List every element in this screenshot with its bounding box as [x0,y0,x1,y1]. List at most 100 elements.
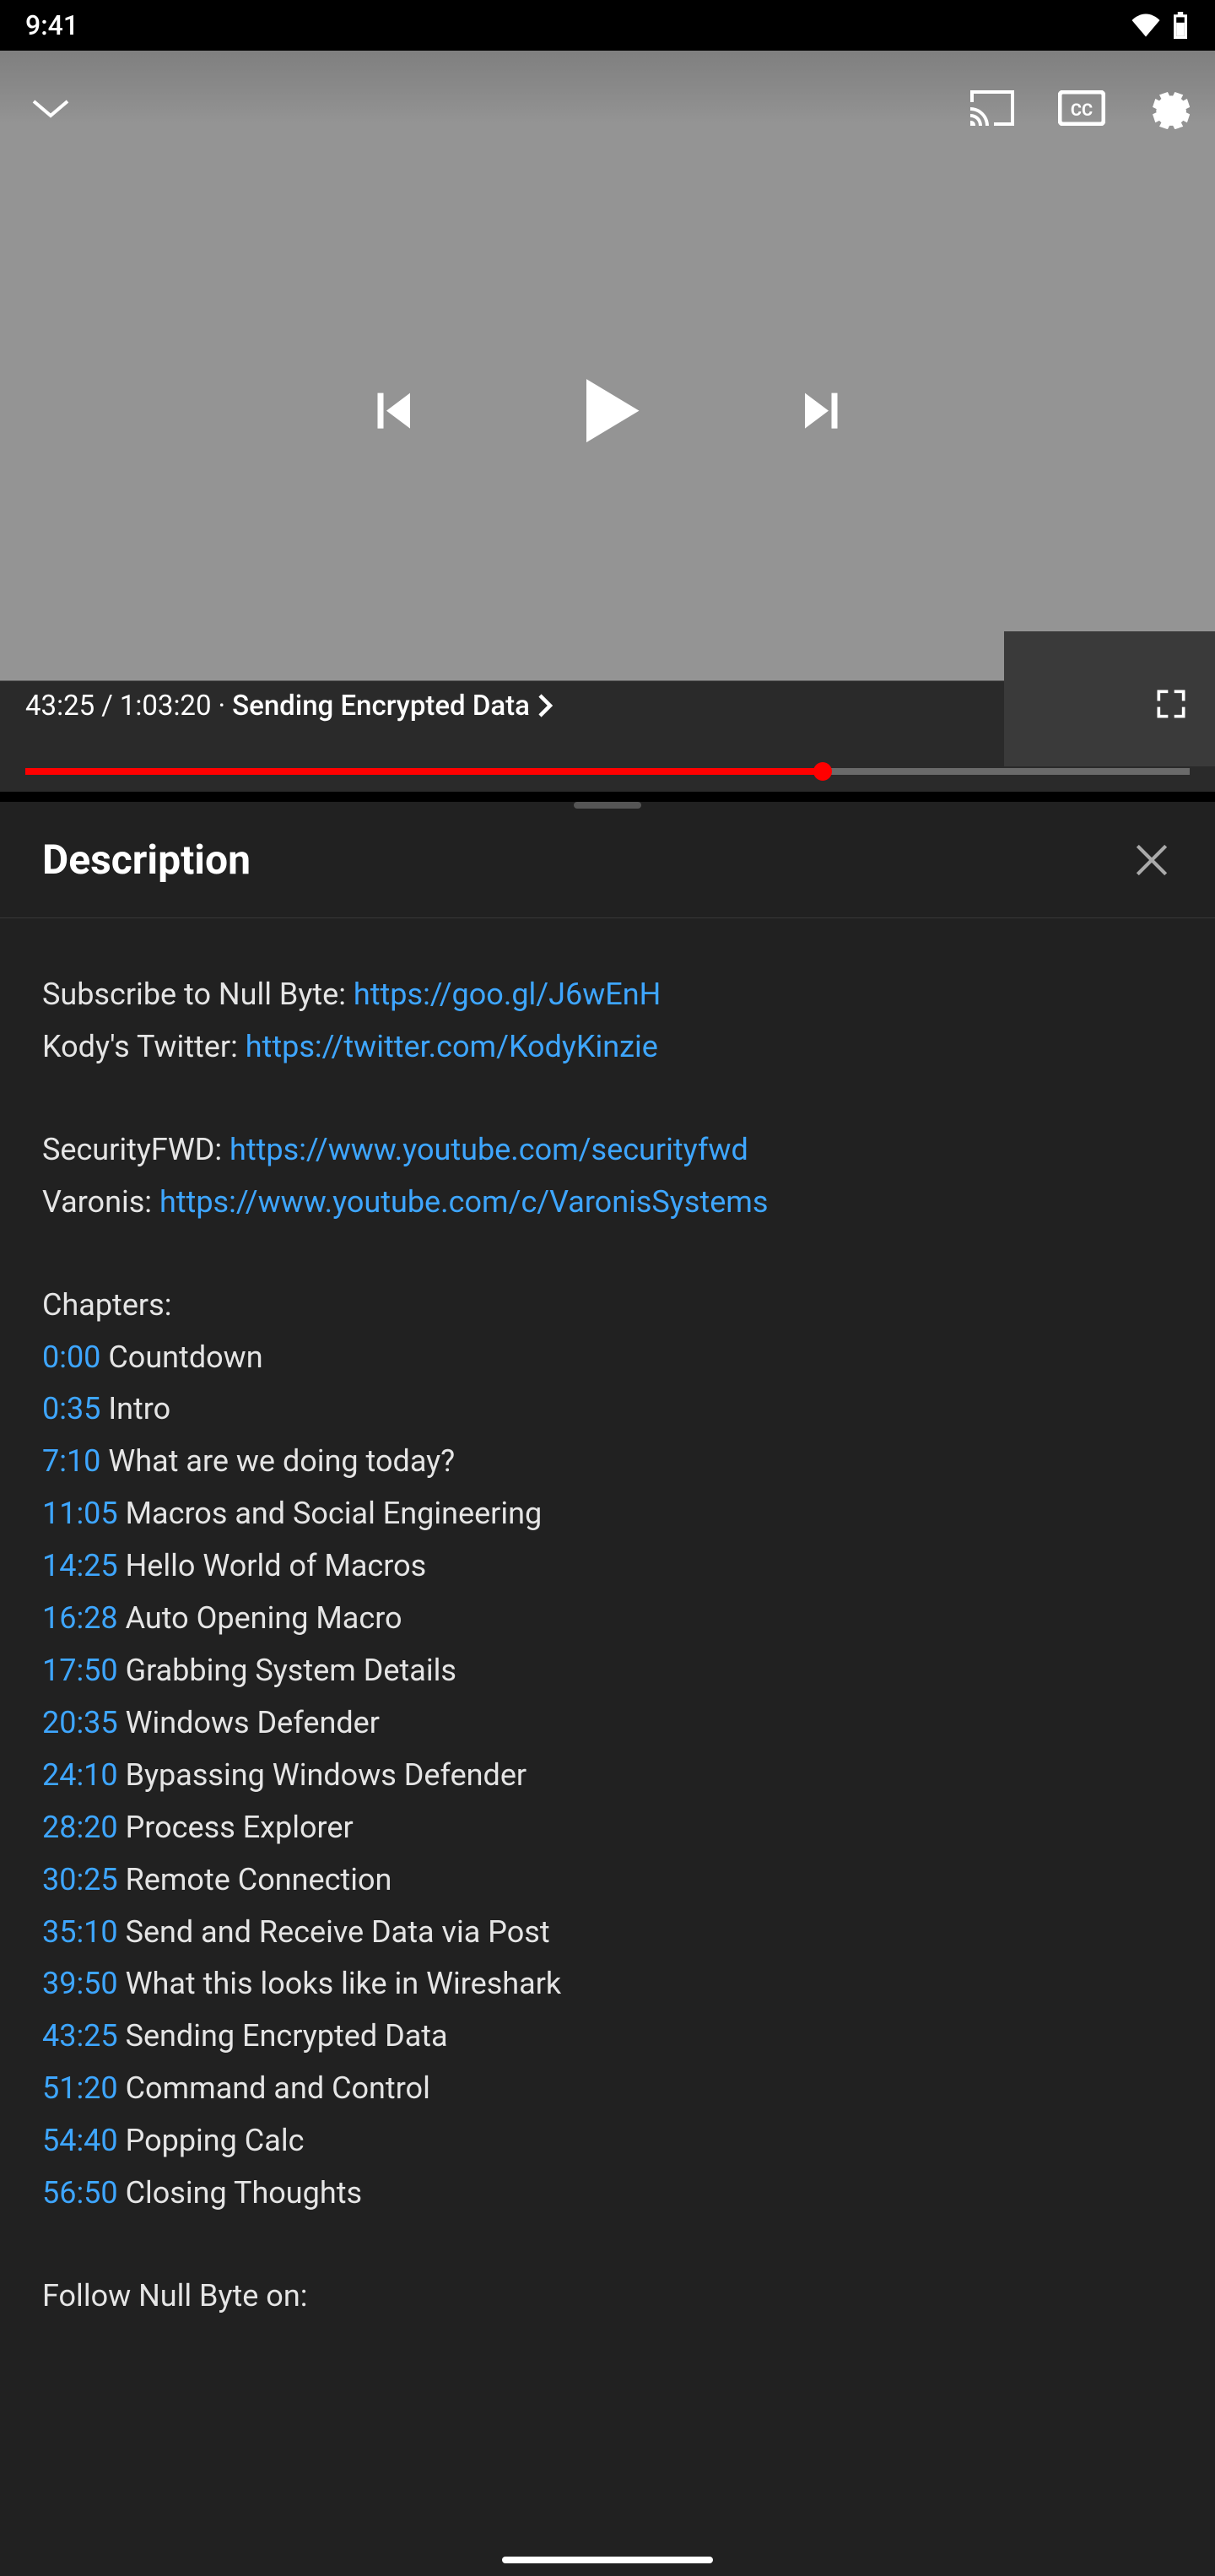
chapter-line: 0:00 Countdown [42,1332,1173,1384]
progress-thumb[interactable] [813,762,832,781]
collapse-button[interactable] [25,84,76,135]
chapter-line: 39:50 What this looks like in Wireshark [42,1958,1173,2010]
chapter-timestamp[interactable]: 43:25 [42,2018,118,2054]
chapters-section: Chapters: 0:00 Countdown0:35 Intro7:10 W… [42,1280,1173,2220]
chapter-timestamp[interactable]: 0:00 [42,1339,100,1375]
chapter-title: Auto Opening Macro [118,1600,402,1636]
panel-title: Description [42,836,251,884]
chapter-title: Command and Control [118,2070,430,2106]
chapter-timestamp[interactable]: 0:35 [42,1391,100,1426]
chapter-title: Grabbing System Details [118,1653,456,1688]
chevron-right-icon [537,693,554,718]
chapter-timestamp[interactable]: 20:35 [42,1705,118,1740]
subscribe-link[interactable]: https://goo.gl/J6wEnH [354,977,661,1012]
chapter-timestamp[interactable]: 56:50 [42,2175,118,2211]
chapter-timestamp[interactable]: 7:10 [42,1443,100,1479]
fullscreen-button[interactable] [1153,685,1190,726]
chapter-timestamp[interactable]: 24:10 [42,1757,118,1793]
chapter-title: Send and Receive Data via Post [118,1914,550,1950]
security-line: SecurityFWD: https://www.youtube.com/sec… [42,1124,1173,1177]
chapter-line: 56:50 Closing Thoughts [42,2167,1173,2220]
close-button[interactable] [1131,839,1173,881]
captions-button[interactable]: CC [1058,90,1105,129]
chapter-timestamp[interactable]: 28:20 [42,1810,118,1845]
subscribe-line: Subscribe to Null Byte: https://goo.gl/J… [42,969,1173,1021]
chapter-title: Windows Defender [118,1705,380,1740]
time-row: 43:25 / 1:03:20 · Sending Encrypted Data [25,685,1190,726]
chapter-line: 11:05 Macros and Social Engineering [42,1488,1173,1540]
chapter-separator: · [219,690,226,722]
varonis-link[interactable]: https://www.youtube.com/c/VaronisSystems [159,1184,769,1220]
chapter-line: 16:28 Auto Opening Macro [42,1593,1173,1645]
chapter-line: 20:35 Windows Defender [42,1697,1173,1750]
twitter-label: Kody's Twitter: [42,1029,246,1064]
chapter-timestamp[interactable]: 51:20 [42,2070,118,2106]
twitter-line: Kody's Twitter: https://twitter.com/Kody… [42,1021,1173,1074]
top-right-controls: CC [969,87,1190,133]
chapter-timestamp[interactable]: 35:10 [42,1914,118,1950]
chapter-title: Sending Encrypted Data [118,2018,448,2054]
chapter-title: Bypassing Windows Defender [118,1757,526,1793]
chapter-title: What are we doing today? [100,1443,455,1479]
status-time: 9:41 [25,9,78,41]
chapter-line: 24:10 Bypassing Windows Defender [42,1750,1173,1802]
play-button[interactable] [565,369,650,457]
chapter-timestamp[interactable]: 14:25 [42,1548,118,1583]
description-panel: Description Subscribe to Null Byte: http… [0,802,1215,2576]
nav-handle[interactable] [502,2557,713,2563]
cast-button[interactable] [969,89,1016,131]
video-top-controls: CC [0,84,1215,135]
chapter-title: What this looks like in Wireshark [118,1966,562,2001]
chapter-timestamp[interactable]: 30:25 [42,1862,118,1897]
battery-icon [1171,12,1190,39]
video-player[interactable]: CC 43:25 / 1:03:20 · Sending Encrypted D… [0,51,1215,792]
subscribe-label: Subscribe to Null Byte: [42,977,354,1012]
chapter-line: 14:25 Hello World of Macros [42,1540,1173,1593]
chapter-line: 43:25 Sending Encrypted Data [42,2010,1173,2063]
chapter-timestamp[interactable]: 54:40 [42,2123,118,2158]
progress-bar[interactable] [25,768,1190,775]
chapter-line: 28:20 Process Explorer [42,1802,1173,1854]
status-bar: 9:41 [0,0,1215,51]
chapter-timestamp[interactable]: 39:50 [42,1966,118,2001]
security-link[interactable]: https://www.youtube.com/securityfwd [230,1132,748,1167]
chapter-timestamp[interactable]: 17:50 [42,1653,118,1688]
links-block-1: Subscribe to Null Byte: https://goo.gl/J… [42,969,1173,1074]
chapter-title: Popping Calc [118,2123,305,2158]
chapters-list: 0:00 Countdown0:35 Intro7:10 What are we… [42,1332,1173,2220]
follow-section: Follow Null Byte on: [42,2270,1173,2323]
chapter-line: 35:10 Send and Receive Data via Post [42,1907,1173,1959]
chapter-title: Countdown [100,1339,262,1375]
video-bottom-bar: 43:25 / 1:03:20 · Sending Encrypted Data [0,685,1215,775]
chapter-line: 51:20 Command and Control [42,2063,1173,2115]
time-separator: / [101,690,113,722]
chapter-title: Process Explorer [118,1810,354,1845]
chapters-heading: Chapters: [42,1280,1173,1332]
chapter-line: 30:25 Remote Connection [42,1854,1173,1907]
security-label: SecurityFWD: [42,1132,230,1167]
chapter-title: Remote Connection [118,1862,392,1897]
chapter-timestamp[interactable]: 16:28 [42,1600,118,1636]
chapter-title: Macros and Social Engineering [118,1496,543,1531]
chapter-title: Intro [100,1391,170,1426]
chapter-title: Hello World of Macros [118,1548,427,1583]
video-time-display[interactable]: 43:25 / 1:03:20 · Sending Encrypted Data [25,690,554,722]
progress-filled [25,768,823,775]
current-time: 43:25 [25,690,94,722]
chapter-timestamp[interactable]: 11:05 [42,1496,118,1531]
description-content: Subscribe to Null Byte: https://goo.gl/J… [0,918,1215,2373]
next-button[interactable] [793,382,852,444]
status-icons [1131,12,1190,39]
chapter-line: 7:10 What are we doing today? [42,1436,1173,1488]
chapter-line: 54:40 Popping Calc [42,2115,1173,2167]
drag-handle[interactable] [574,802,641,809]
twitter-link[interactable]: https://twitter.com/KodyKinzie [246,1029,658,1064]
previous-button[interactable] [363,382,422,444]
settings-button[interactable] [1148,87,1190,133]
wifi-icon [1131,14,1161,37]
total-duration: 1:03:20 [120,690,212,722]
chapter-line: 17:50 Grabbing System Details [42,1645,1173,1697]
follow-label: Follow Null Byte on: [42,2270,1173,2323]
varonis-line: Varonis: https://www.youtube.com/c/Varon… [42,1177,1173,1229]
current-chapter-label: Sending Encrypted Data [232,690,530,722]
